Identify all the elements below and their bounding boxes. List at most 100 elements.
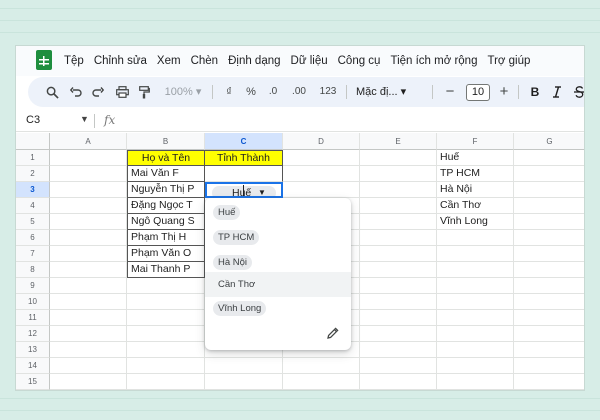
grid-cell[interactable] (360, 358, 437, 374)
grid-cell[interactable] (360, 246, 437, 262)
more-formats-button[interactable]: 123 (316, 77, 340, 107)
grid-cell[interactable] (437, 374, 514, 390)
grid-cell[interactable] (360, 150, 437, 166)
bold-button[interactable]: B (526, 77, 544, 107)
row-header-7[interactable]: 7 (16, 246, 50, 262)
grid-cell[interactable] (514, 374, 584, 390)
grid-cell[interactable] (50, 150, 127, 166)
grid-cell[interactable] (283, 374, 360, 390)
row-header-6[interactable]: 6 (16, 230, 50, 246)
dropdown-option[interactable]: TP HCM (205, 225, 351, 250)
grid-cell[interactable] (283, 182, 360, 198)
grid-cell[interactable] (514, 166, 584, 182)
zoom-select[interactable]: 100% ▾ (160, 77, 206, 107)
grid-cell[interactable] (360, 230, 437, 246)
print-icon[interactable] (112, 77, 132, 107)
row-header-11[interactable]: 11 (16, 310, 50, 326)
row-header-14[interactable]: 14 (16, 358, 50, 374)
row-header-10[interactable]: 10 (16, 294, 50, 310)
currency-format-button[interactable]: ₫ (220, 77, 238, 107)
active-cell-c3[interactable] (205, 182, 283, 198)
row-header-8[interactable]: 8 (16, 262, 50, 278)
row-header-1[interactable]: 1 (16, 150, 50, 166)
grid-cell[interactable] (437, 358, 514, 374)
grid-cell[interactable] (50, 166, 127, 182)
grid-cell[interactable] (50, 310, 127, 326)
menu-extensions[interactable]: Tiện ích mở rộng (390, 55, 477, 67)
cell-c1[interactable]: Tỉnh Thành (205, 150, 283, 166)
sheets-logo-icon[interactable] (36, 50, 52, 70)
menu-data[interactable]: Dữ liệu (291, 55, 328, 67)
grid-cell[interactable] (50, 262, 127, 278)
menu-tools[interactable]: Công cụ (338, 55, 381, 67)
cell-b5[interactable]: Ngô Quang S (127, 214, 205, 230)
name-box[interactable]: C3 (26, 114, 40, 126)
grid-cell[interactable] (127, 326, 205, 342)
grid-cell[interactable] (437, 278, 514, 294)
cell-b3[interactable]: Nguyễn Thị P (127, 182, 205, 198)
column-header-e[interactable]: E (360, 133, 437, 150)
paint-format-icon[interactable] (134, 77, 154, 107)
font-size-input[interactable]: 10 (466, 84, 490, 101)
grid-cell[interactable] (360, 278, 437, 294)
column-header-c[interactable]: C (205, 133, 283, 150)
cell-f5[interactable]: Vĩnh Long (437, 214, 514, 230)
grid-cell[interactable] (437, 262, 514, 278)
row-header-3[interactable]: 3 (16, 182, 50, 198)
grid-cell[interactable] (360, 342, 437, 358)
cell-b4[interactable]: Đặng Ngọc T (127, 198, 205, 214)
row-header-2[interactable]: 2 (16, 166, 50, 182)
column-header-d[interactable]: D (283, 133, 360, 150)
grid-cell[interactable] (360, 294, 437, 310)
dropdown-option[interactable]: Vĩnh Long (205, 296, 351, 321)
grid-cell[interactable] (283, 166, 360, 182)
grid-cell[interactable] (360, 182, 437, 198)
column-header-b[interactable]: B (127, 133, 205, 150)
grid-cell[interactable] (205, 374, 283, 390)
italic-icon[interactable] (548, 77, 566, 107)
percent-format-button[interactable]: % (242, 77, 260, 107)
grid-cell[interactable] (127, 342, 205, 358)
grid-cell[interactable] (514, 326, 584, 342)
cell-f4[interactable]: Cần Thơ (437, 198, 514, 214)
menu-help[interactable]: Trợ giúp (487, 55, 530, 67)
grid-cell[interactable] (50, 230, 127, 246)
increase-decimal-button[interactable]: .00 (286, 77, 312, 107)
menu-edit[interactable]: Chỉnh sửa (94, 55, 147, 67)
grid-cell[interactable] (514, 150, 584, 166)
cell-c2[interactable] (205, 166, 283, 182)
grid-cell[interactable] (437, 326, 514, 342)
decrease-font-size-button[interactable]: − (440, 77, 460, 107)
row-header-4[interactable]: 4 (16, 198, 50, 214)
grid-cell[interactable] (514, 246, 584, 262)
undo-icon[interactable] (66, 77, 86, 107)
grid-cell[interactable] (50, 198, 127, 214)
cell-f1[interactable]: Huế (437, 150, 514, 166)
grid-cell[interactable] (360, 198, 437, 214)
name-box-caret-icon[interactable]: ▼ (80, 114, 89, 124)
grid-cell[interactable] (360, 166, 437, 182)
grid-cell[interactable] (50, 182, 127, 198)
grid-cell[interactable] (514, 182, 584, 198)
grid-cell[interactable] (514, 358, 584, 374)
grid-cell[interactable] (360, 214, 437, 230)
grid-cell[interactable] (127, 294, 205, 310)
strikethrough-icon[interactable] (570, 77, 584, 107)
menu-format[interactable]: Định dạng (228, 55, 280, 67)
grid-cell[interactable] (514, 230, 584, 246)
column-header-a[interactable]: A (50, 133, 127, 150)
cell-b7[interactable]: Phạm Văn O (127, 246, 205, 262)
grid-cell[interactable] (437, 310, 514, 326)
grid-cell[interactable] (50, 358, 127, 374)
grid-cell[interactable] (50, 374, 127, 390)
grid-cell[interactable] (50, 342, 127, 358)
column-header-g[interactable]: G (514, 133, 584, 150)
search-menus-icon[interactable] (42, 77, 62, 107)
menu-insert[interactable]: Chèn (191, 55, 219, 67)
grid-cell[interactable] (50, 278, 127, 294)
grid-cell[interactable] (514, 198, 584, 214)
grid-cell[interactable] (205, 358, 283, 374)
menu-file[interactable]: Tệp (64, 55, 84, 67)
increase-font-size-button[interactable]: + (494, 77, 514, 107)
row-header-15[interactable]: 15 (16, 374, 50, 390)
